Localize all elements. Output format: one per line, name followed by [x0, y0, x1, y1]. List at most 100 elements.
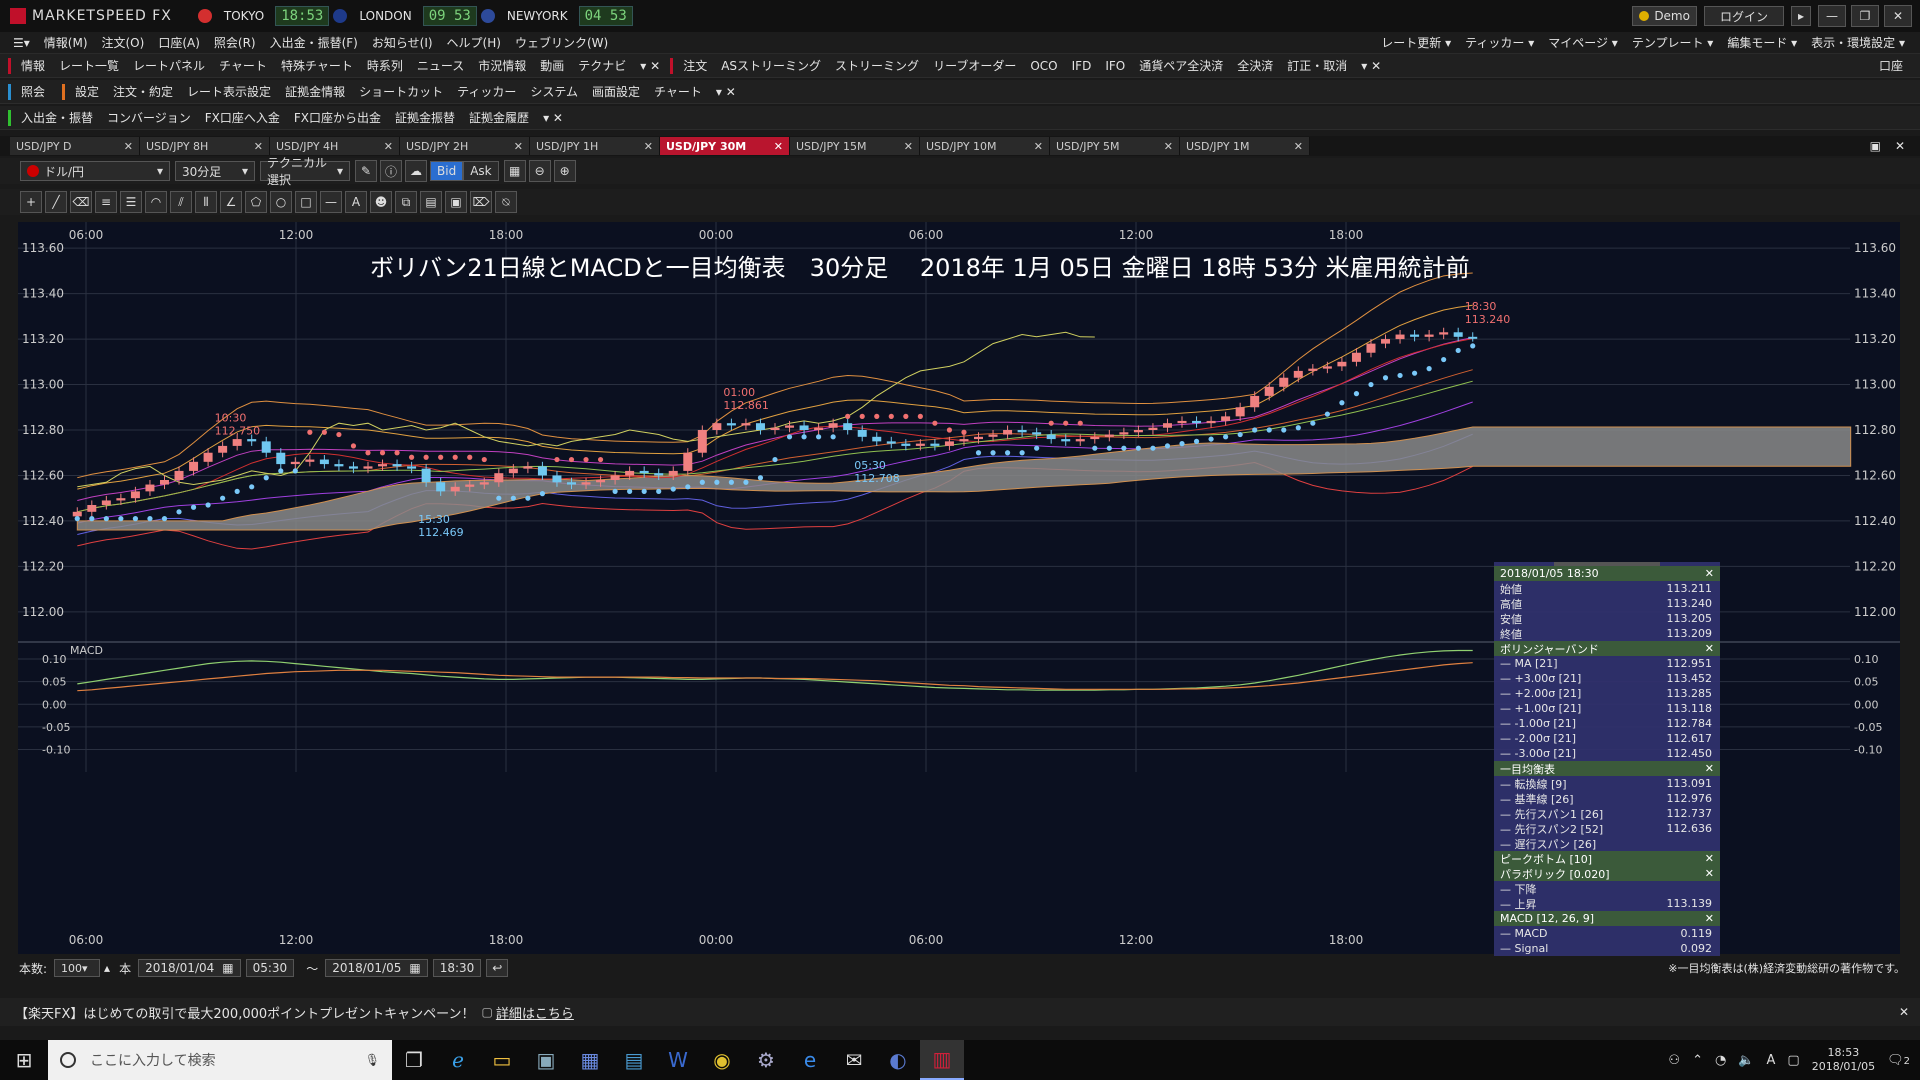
refresh-icon[interactable]: ↩ [486, 959, 509, 977]
indicator-info-panel[interactable]: 2018/01/05 18:30 ✕ 始値 113.211 高値 113.240 安値 113… [1494, 562, 1720, 958]
menu-item[interactable]: 情報(M) [37, 33, 95, 53]
restore-icon[interactable]: ❐ [1851, 5, 1879, 27]
deposit-toolbar-item[interactable]: FX口座から出金 [287, 108, 388, 128]
info-toolbar-item[interactable]: レートパネル [126, 56, 212, 76]
trendline-icon[interactable]: ╱ [45, 191, 67, 213]
peak-bottom-header[interactable]: ピークボトム [10] ✕ [1494, 851, 1720, 866]
tab-close-icon[interactable]: ✕ [384, 140, 393, 153]
close-icon[interactable]: ✕ [1705, 762, 1714, 775]
dropdown-icon[interactable]: ▾ ✕ [633, 56, 667, 76]
menu-item[interactable]: 照会(R) [207, 33, 263, 53]
close-chart-icon[interactable]: ✕ [1888, 136, 1912, 156]
dropdown-icon[interactable]: ▾ ✕ [536, 108, 570, 128]
pen-icon[interactable]: ✎ [355, 160, 377, 182]
mail-icon[interactable]: ✉ [832, 1040, 876, 1080]
chart-tab[interactable]: USD/JPY 5M ✕ [1050, 137, 1180, 155]
chart-tab[interactable]: USD/JPY 2H ✕ [400, 137, 530, 155]
settings-toolbar-item[interactable]: 画面設定 [585, 82, 647, 102]
ie-icon[interactable]: ℯ [436, 1040, 480, 1080]
marketspeed-taskbar-icon[interactable]: ▥ [920, 1040, 964, 1080]
arc-icon[interactable]: ◠ [145, 191, 167, 213]
hamburger-icon[interactable]: ☰▾ [6, 33, 37, 53]
chart-tab[interactable]: USD/JPY 1M ✕ [1180, 137, 1310, 155]
microphone-icon[interactable]: 🎙 [365, 1053, 380, 1067]
info-toolbar-item[interactable]: ニュース [410, 56, 471, 76]
count-stepper[interactable]: ▴ [102, 958, 112, 978]
maximize-icon[interactable]: ▣ [1863, 136, 1888, 156]
tab-close-icon[interactable]: ✕ [124, 140, 133, 153]
calendar-icon[interactable]: ▦ [222, 961, 233, 975]
info-toolbar-item[interactable]: 特殊チャート [274, 56, 360, 76]
group-icon[interactable]: ▣ [445, 191, 467, 213]
crosshair-icon[interactable]: + [20, 191, 42, 213]
order-toolbar-item[interactable]: 全決済 [1230, 56, 1280, 76]
app-window-icon[interactable]: ▤ [612, 1040, 656, 1080]
to-date-field[interactable]: 2018/01/05 ▦ [325, 959, 428, 977]
info-toolbar-item[interactable]: 市況情報 [471, 56, 533, 76]
search-box[interactable]: ここに入力して検索 🎙 [48, 1040, 392, 1080]
windows-start-icon[interactable]: ⊞ [0, 1040, 48, 1080]
deposit-toolbar-item[interactable]: 証拠金履歴 [462, 108, 536, 128]
menu-item[interactable]: ウェブリンク(W) [508, 33, 615, 53]
settings-toolbar-item[interactable]: レート表示設定 [180, 82, 278, 102]
order-toolbar-item[interactable]: IFO [1098, 56, 1132, 76]
delete-tool-icon[interactable]: ⌦ [470, 191, 492, 213]
order-toolbar-item[interactable]: リーブオーダー [926, 56, 1023, 76]
info-toolbar-item[interactable]: 時系列 [360, 56, 410, 76]
menu-item[interactable]: ヘルプ(H) [440, 33, 508, 53]
network-icon[interactable]: ◔ [1715, 1053, 1726, 1068]
paste-icon[interactable]: ▤ [420, 191, 442, 213]
settings-toolbar-item[interactable]: ショートカット [352, 82, 450, 102]
panel-date-header[interactable]: 2018/01/05 18:30 ✕ [1494, 566, 1720, 581]
login-button[interactable]: ログイン [1703, 6, 1784, 26]
tool-icon[interactable]: ⚙ [744, 1040, 788, 1080]
order-toolbar-item[interactable]: ASストリーミング [714, 56, 828, 76]
menu-right-item[interactable]: レート更新 ▾ [1374, 33, 1458, 53]
deposit-toolbar-item[interactable]: FX口座へ入金 [198, 108, 287, 128]
menu-right-item[interactable]: 表示・環境設定 ▾ [1804, 33, 1912, 53]
bar-count-select[interactable]: 100 ▾ [54, 959, 101, 977]
hline-icon[interactable]: — [320, 191, 342, 213]
settings-toolbar-item[interactable]: システム [523, 82, 585, 102]
zoom-out-icon[interactable]: ⊖ [528, 160, 551, 182]
chart-tab[interactable]: USD/JPY 15M ✕ [790, 137, 920, 155]
calendar-icon[interactable]: ▦ [409, 961, 420, 975]
eraser-icon[interactable]: ⌫ [70, 191, 92, 213]
expand-icon[interactable]: ▸ [1790, 6, 1811, 26]
chart-icon[interactable]: ▦ [503, 160, 526, 182]
close-icon[interactable]: ✕ [1705, 867, 1714, 880]
chart-tab[interactable]: USD/JPY 1H ✕ [530, 137, 660, 155]
store-icon[interactable]: ▣ [524, 1040, 568, 1080]
ask-toggle[interactable]: Ask [463, 161, 499, 181]
minimize-icon[interactable]: — [1818, 5, 1846, 27]
ichimoku-header[interactable]: 一目均衡表 ✕ [1494, 761, 1720, 776]
order-toolbar-item[interactable]: 訂正・取消 [1280, 56, 1354, 76]
demo-indicator[interactable]: Demo [1632, 6, 1697, 26]
from-date-field[interactable]: 2018/01/04 ▦ [138, 959, 241, 977]
tab-close-icon[interactable]: ✕ [1164, 140, 1173, 153]
close-icon[interactable]: ✕ [1884, 5, 1912, 27]
tab-close-icon[interactable]: ✕ [514, 140, 523, 153]
tab-close-icon[interactable]: ✕ [774, 140, 783, 153]
order-toolbar-item[interactable]: OCO [1023, 56, 1064, 76]
tab-close-icon[interactable]: ✕ [644, 140, 653, 153]
cloud-icon[interactable]: ☁ [405, 160, 427, 182]
parabolic-header[interactable]: パラボリック [0.020] ✕ [1494, 866, 1720, 881]
action-icon[interactable]: ▢ [1787, 1053, 1799, 1068]
menu-item[interactable]: 入出金・振替(F) [263, 33, 365, 53]
channel-icon[interactable]: ⫽ [170, 191, 192, 213]
info-icon[interactable]: ⓘ [380, 160, 402, 182]
zoom-in-icon[interactable]: ⊕ [553, 160, 576, 182]
technical-select[interactable]: テクニカル選択 ▾ [260, 156, 350, 187]
to-time-field[interactable]: 18:30 [432, 959, 482, 977]
close-icon[interactable]: ✕ [1705, 567, 1714, 580]
menu-right-item[interactable]: ティッカー ▾ [1458, 33, 1541, 53]
ime-indicator[interactable]: A [1767, 1053, 1776, 1068]
dropdown-icon[interactable]: ▾ ✕ [709, 82, 743, 102]
explorer-icon[interactable]: ▭ [480, 1040, 524, 1080]
deposit-toolbar-item[interactable]: 証拠金振替 [388, 108, 462, 128]
settings-toolbar-item[interactable]: ティッカー [450, 82, 523, 102]
chevron-up-icon[interactable]: ⌃ [1692, 1053, 1703, 1068]
bid-toggle[interactable]: Bid [430, 161, 464, 181]
close-ad-icon[interactable]: ✕ [1892, 1002, 1916, 1022]
